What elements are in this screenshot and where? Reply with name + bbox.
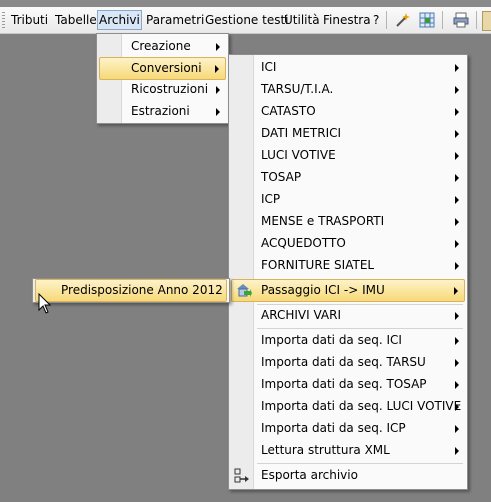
menu-bar: Tributi Tabelle Archivi Parametri Gestio… (0, 7, 491, 34)
chevron-right-icon (455, 447, 459, 455)
chevron-right-icon (455, 196, 459, 204)
menu-gestione-testi[interactable]: Gestione testi (204, 11, 290, 29)
export-icon (234, 468, 249, 483)
wand-icon[interactable] (394, 11, 412, 29)
menu-item-label: Ricostruzioni (131, 82, 209, 96)
menu-item-label: TOSAP (261, 170, 302, 184)
chevron-right-icon (455, 337, 459, 345)
mouse-cursor-icon (38, 293, 52, 314)
menu-item-label: Importa dati da seq. LUCI VOTIVE (261, 399, 462, 413)
menu-item-creazione[interactable]: Creazione (99, 36, 226, 57)
chevron-right-icon (454, 287, 458, 295)
menu-help[interactable]: ? (372, 11, 380, 29)
chevron-right-icon (455, 152, 459, 160)
chevron-right-icon (216, 108, 220, 116)
chevron-right-icon (215, 65, 219, 73)
menu-item-label: Importa dati da seq. ICP (261, 421, 406, 435)
conversioni-menu: ICI TARSU/T.I.A. CATASTO DATI METRICI LU… (228, 54, 468, 490)
menu-item-label: TARSU/T.I.A. (261, 82, 334, 96)
menu-item-label: ICP (261, 192, 281, 206)
chevron-right-icon (455, 86, 459, 94)
imu-menu: Predisposizione Anno 2012 (32, 278, 230, 303)
menu-item-label: DATI METRICI (261, 126, 342, 140)
menu-item-label: Importa dati da seq. TARSU (261, 355, 426, 369)
menu-item-importa-luci-votive[interactable]: Importa dati da seq. LUCI VOTIVE (231, 396, 465, 417)
chevron-right-icon (455, 262, 459, 270)
menu-item-esporta-archivio[interactable]: Esporta archivio (231, 465, 465, 486)
menu-item-catasto[interactable]: CATASTO (231, 101, 465, 122)
chevron-right-icon (455, 425, 459, 433)
menu-item-label: Predisposizione Anno 2012 (61, 283, 223, 297)
menu-separator (257, 463, 463, 464)
menu-item-label: Importa dati da seq. TOSAP (261, 377, 427, 391)
menu-item-ici[interactable]: ICI (231, 57, 465, 78)
menubar-separator (386, 11, 387, 29)
menu-item-importa-tarsu[interactable]: Importa dati da seq. TARSU (231, 352, 465, 373)
chevron-right-icon (455, 240, 459, 248)
chevron-right-icon (455, 108, 459, 116)
toolbar-overflow-icon[interactable] (482, 11, 491, 31)
menu-item-dati-metrici[interactable]: DATI METRICI (231, 123, 465, 144)
menu-item-label: MENSE e TRASPORTI (261, 214, 385, 228)
archivi-menu: Creazione Conversioni Ricostruzioni Estr… (96, 33, 229, 124)
chevron-right-icon (455, 359, 459, 367)
menu-item-luci-votive[interactable]: LUCI VOTIVE (231, 145, 465, 166)
window-title-strip (0, 0, 491, 7)
menu-item-label: Lettura struttura XML (261, 443, 390, 457)
menu-item-estrazioni[interactable]: Estrazioni (99, 101, 226, 122)
menu-item-icp[interactable]: ICP (231, 189, 465, 210)
chevron-right-icon (216, 86, 220, 94)
menu-item-predisposizione-2012[interactable]: Predisposizione Anno 2012 (35, 279, 227, 302)
chevron-right-icon (455, 174, 459, 182)
menubar-grip[interactable] (2, 12, 5, 28)
menu-item-label: ICI (261, 60, 277, 74)
chevron-right-icon (455, 403, 459, 411)
menu-separator (257, 328, 463, 329)
menu-archivi[interactable]: Archivi (97, 10, 142, 30)
chevron-right-icon (455, 312, 459, 320)
menu-item-conversioni[interactable]: Conversioni (99, 57, 226, 80)
menu-item-ricostruzioni[interactable]: Ricostruzioni (99, 79, 226, 100)
menu-item-label: FORNITURE SIATEL (261, 258, 375, 272)
menu-item-label: Esporta archivio (261, 468, 358, 482)
chevron-right-icon (455, 218, 459, 226)
menu-item-mense-trasporti[interactable]: MENSE e TRASPORTI (231, 211, 465, 232)
menu-item-label: Creazione (131, 39, 191, 53)
toolbar-separator (442, 11, 443, 29)
chevron-right-icon (455, 381, 459, 389)
menu-item-label: ACQUEDOTTO (261, 236, 346, 250)
menu-item-label: Passaggio ICI -> IMU (261, 283, 385, 297)
menu-utilita[interactable]: Utilità (283, 11, 321, 29)
menu-item-acquedotto[interactable]: ACQUEDOTTO (231, 233, 465, 254)
menu-item-forniture-siatel[interactable]: FORNITURE SIATEL (231, 255, 465, 276)
toolbar-separator-2 (476, 11, 477, 29)
menu-tributi[interactable]: Tributi (10, 11, 49, 29)
menu-item-importa-tosap[interactable]: Importa dati da seq. TOSAP (231, 374, 465, 395)
chevron-right-icon (216, 43, 220, 51)
menu-item-tosap[interactable]: TOSAP (231, 167, 465, 188)
menu-item-importa-ici[interactable]: Importa dati da seq. ICI (231, 330, 465, 351)
menu-finestra[interactable]: Finestra (322, 11, 372, 29)
menu-item-label: ARCHIVI VARI (261, 308, 341, 322)
menu-item-label: Conversioni (131, 61, 202, 75)
menu-item-tarsu[interactable]: TARSU/T.I.A. (231, 79, 465, 100)
menu-item-label: Estrazioni (131, 104, 190, 118)
menu-item-importa-icp[interactable]: Importa dati da seq. ICP (231, 418, 465, 439)
menu-item-archivi-vari[interactable]: ARCHIVI VARI (231, 305, 465, 326)
menu-item-label: Importa dati da seq. ICI (261, 333, 402, 347)
menu-tabelle[interactable]: Tabelle (54, 11, 98, 29)
menu-item-lettura-xml[interactable]: Lettura struttura XML (231, 440, 465, 461)
printer-icon[interactable] (452, 11, 470, 29)
house-arrow-icon (237, 284, 252, 297)
menu-item-label: CATASTO (261, 104, 316, 118)
chevron-right-icon (455, 64, 459, 72)
chevron-right-icon (455, 130, 459, 138)
menu-parametri[interactable]: Parametri (145, 11, 205, 29)
menu-item-label: LUCI VOTIVE (261, 148, 336, 162)
grid-icon[interactable] (418, 11, 436, 29)
menu-item-passaggio-ici-imu[interactable]: Passaggio ICI -> IMU (231, 279, 465, 302)
